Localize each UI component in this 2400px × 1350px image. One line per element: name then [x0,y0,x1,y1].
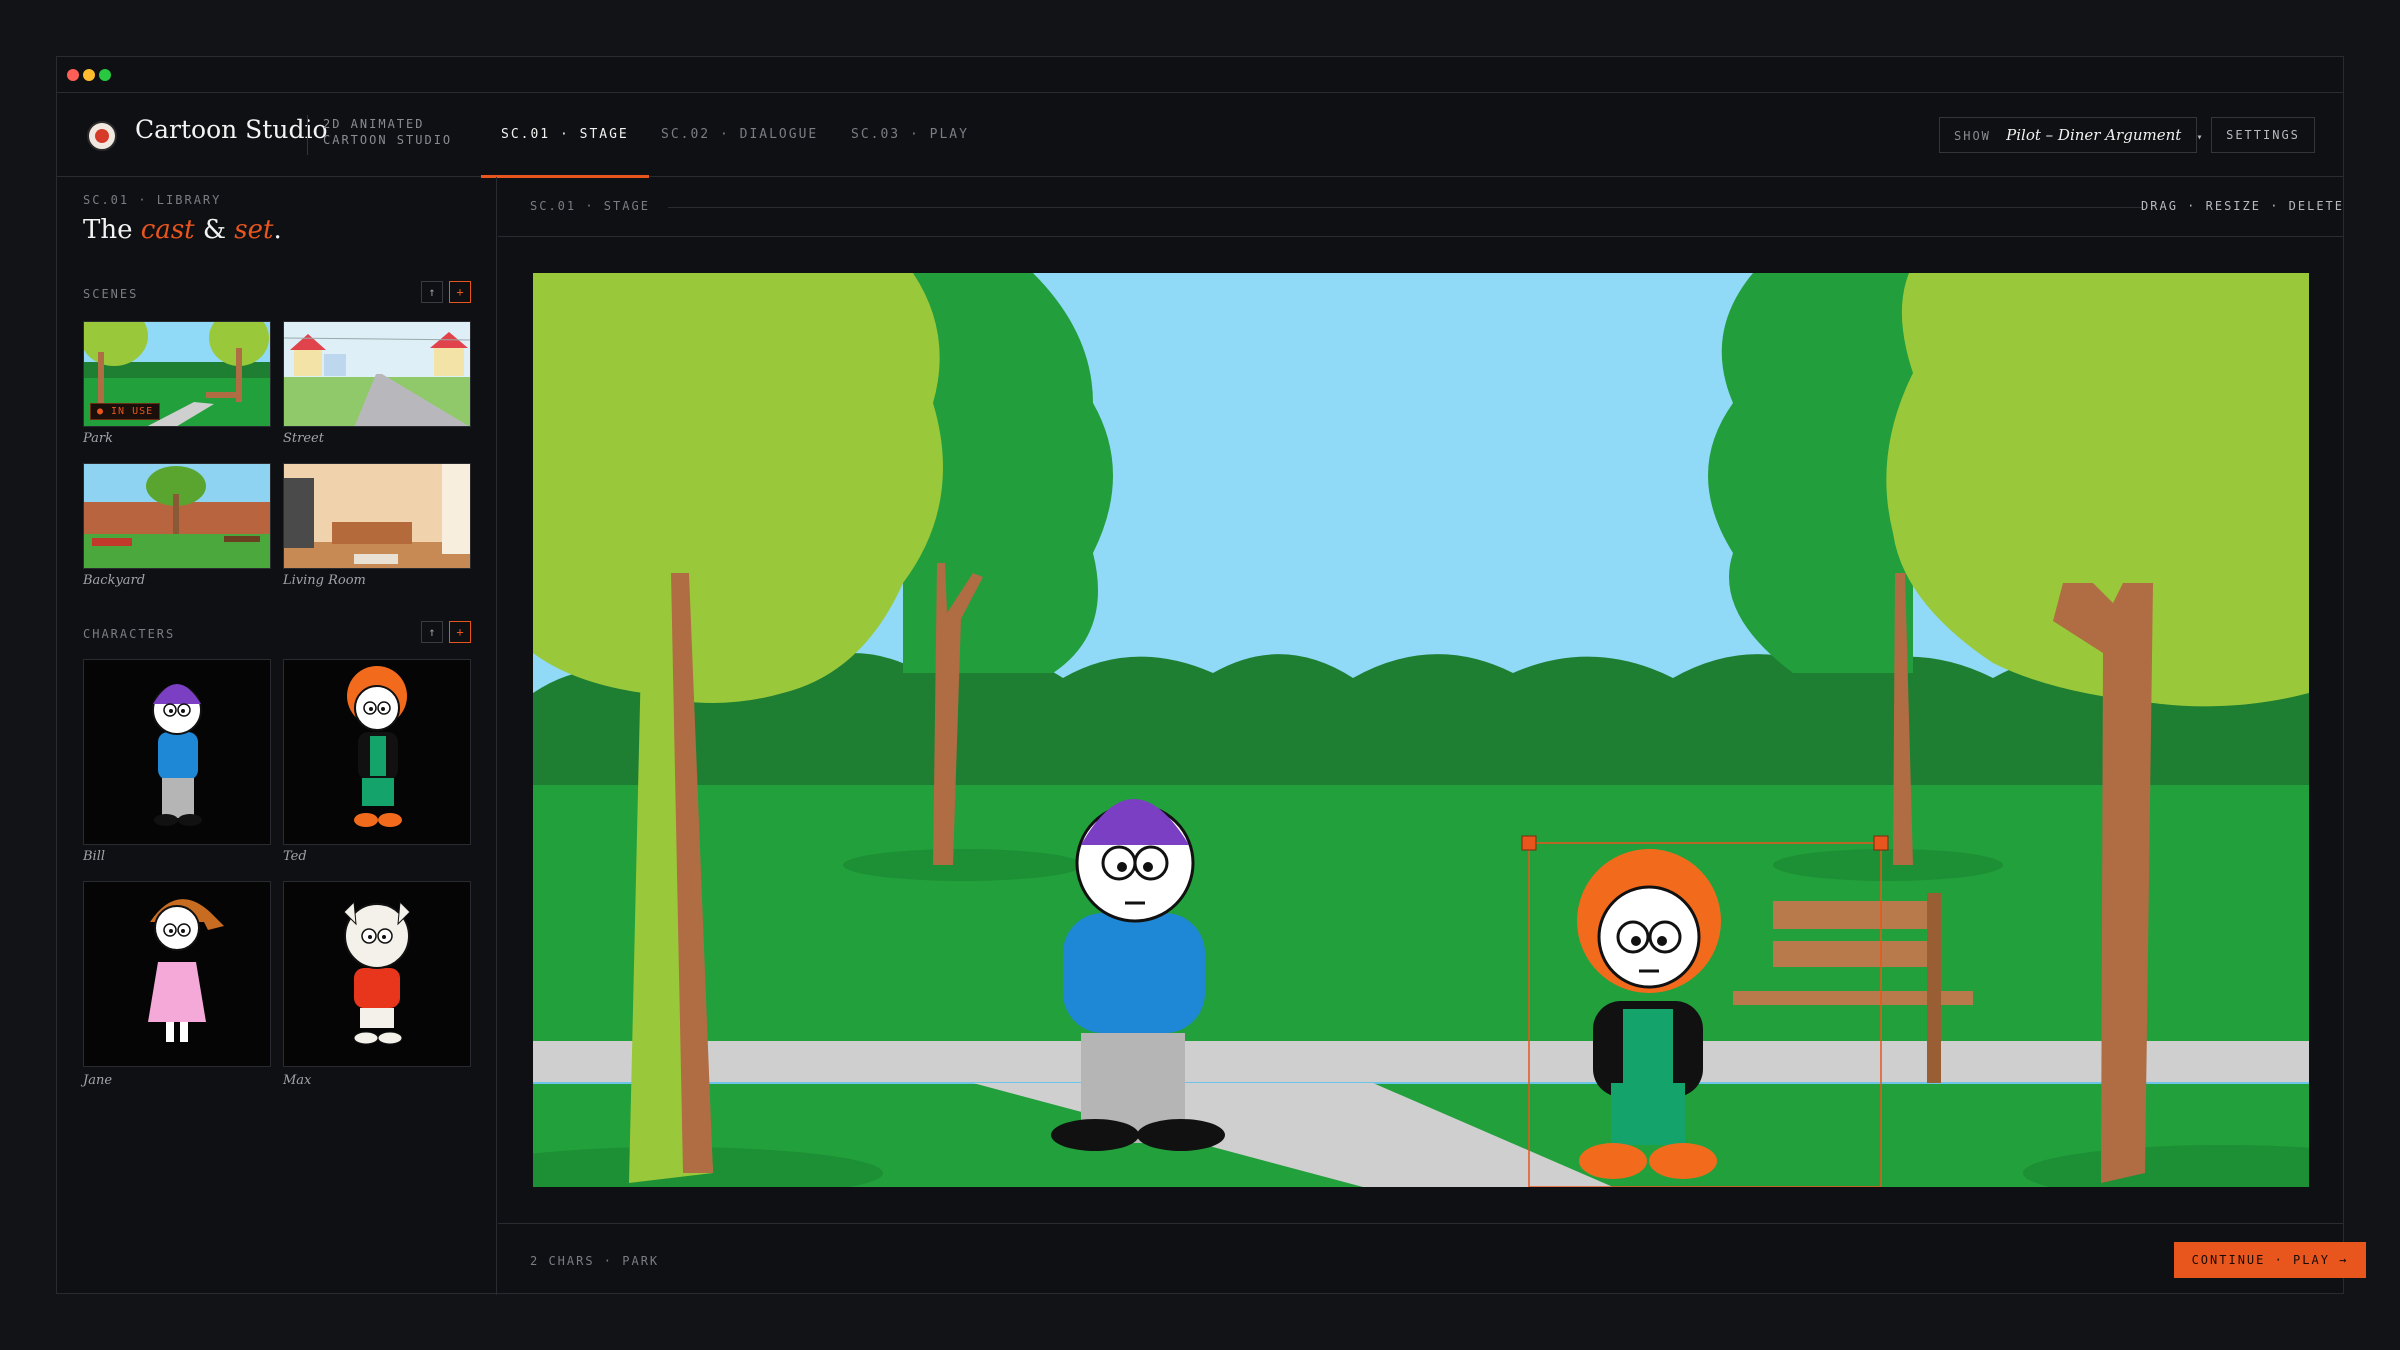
heading-period: . [273,215,282,245]
show-name: Pilot – Diner Argument [2006,126,2182,144]
heading-word-the: The [83,215,133,245]
show-selector[interactable]: SHOW Pilot – Diner Argument ▾ [1939,117,2203,153]
resize-handle-top-left[interactable] [1521,835,1537,851]
app-subtitle: 2D ANIMATED CARTOON STUDIO [323,117,453,147]
character-caption-ted: Ted [283,849,307,864]
settings-button[interactable]: SETTINGS [2211,117,2315,153]
scene-caption-backyard: Backyard [83,573,146,588]
character-card-max[interactable] [283,881,471,1067]
stage-header: SC.01 · STAGE DRAG · RESIZE · DELETE [498,177,2344,237]
scene-caption-street: Street [283,431,324,446]
app-header: Cartoon Studio 2D ANIMATED CARTOON STUDI… [57,93,2343,178]
tab-stage[interactable]: SC.01 · STAGE [481,93,649,178]
app-window: Cartoon Studio 2D ANIMATED CARTOON STUDI… [56,56,2366,1295]
scenes-add-button[interactable]: + [449,281,471,303]
library-heading: The cast & set. [83,215,282,245]
library-sidebar: SC.01 · LIBRARY The cast & set. SCENES ↑… [57,177,497,1295]
stage-canvas[interactable] [533,273,2309,1187]
scene-thumb-park[interactable]: ● IN USE [83,321,271,427]
stage-label: SC.01 · STAGE [530,199,650,213]
character-caption-jane: Jane [83,1073,113,1088]
characters-upload-icon[interactable]: ↑ [421,621,443,643]
scene-thumb-living-room[interactable] [283,463,471,569]
stage-panel: SC.01 · STAGE DRAG · RESIZE · DELETE 2 C… [498,177,2366,1295]
scene-caption-living-room: Living Room [283,573,366,588]
stage-footer: 2 CHARS · PARK CONTINUE · PLAY → [498,1223,2366,1295]
tab-dialogue[interactable]: SC.02 · DIALOGUE [661,93,818,177]
window-titlebar [57,57,2343,93]
heading-ampersand: & [202,215,227,245]
stage-actions-text: DRAG · RESIZE · DELETE [2141,199,2344,213]
app-title: Cartoon Studio [135,115,328,144]
scene-caption-park: Park [83,431,114,446]
stage-actions-hint: DRAG · RESIZE · DELETE [2124,199,2344,213]
stage-header-rule [668,207,2144,208]
resize-handle-top-right[interactable] [1873,835,1889,851]
scenes-section-label: SCENES [83,287,139,301]
tab-play[interactable]: SC.03 · PLAY [851,93,969,177]
characters-add-button[interactable]: + [449,621,471,643]
library-label: SC.01 · LIBRARY [83,193,222,207]
maximize-window-icon[interactable] [99,69,111,81]
stage-status: 2 CHARS · PARK [530,1254,660,1268]
heading-word-set: set [234,215,274,245]
header-divider [307,115,308,155]
scene-thumb-backyard[interactable] [83,463,271,569]
continue-play-button[interactable]: CONTINUE · PLAY → [2174,1242,2366,1278]
characters-section-label: CHARACTERS [83,627,176,641]
heading-word-cast: cast [140,215,195,245]
character-caption-bill: Bill [83,849,106,864]
character-card-jane[interactable] [83,881,271,1067]
minimize-window-icon[interactable] [83,69,95,81]
chevron-down-icon: ▾ [2196,132,2205,143]
scenes-upload-icon[interactable]: ↑ [421,281,443,303]
app-logo-icon [87,121,117,151]
character-card-ted[interactable] [283,659,471,845]
in-use-badge: ● IN USE [90,403,161,420]
scene-thumb-street[interactable] [283,321,471,427]
show-label: SHOW [1954,129,1991,143]
character-card-bill[interactable] [83,659,271,845]
character-caption-max: Max [283,1073,312,1088]
close-window-icon[interactable] [67,69,79,81]
